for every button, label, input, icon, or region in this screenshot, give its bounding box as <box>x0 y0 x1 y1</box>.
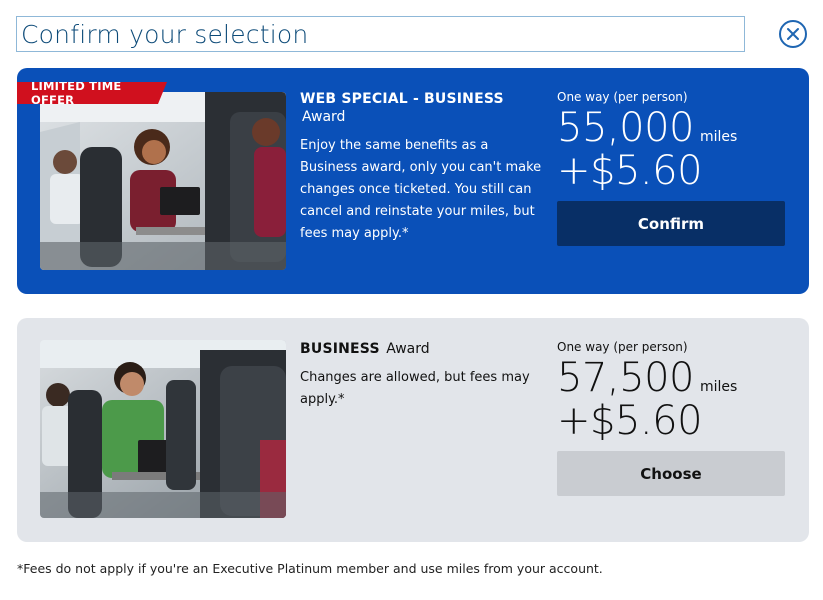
cabin-photo-woman-laptop <box>40 92 286 270</box>
choose-button[interactable]: Choose <box>557 451 785 496</box>
per-person-label: One way (per person) <box>557 340 688 354</box>
fees-footnote: *Fees do not apply if you're an Executiv… <box>17 561 603 576</box>
business-price: One way (per person) 57,500 miles +$5.60 <box>557 340 785 442</box>
fare-name-light: Award <box>386 341 430 357</box>
dialog-header: Confirm your selection <box>16 14 807 54</box>
miles-row: 55,000 miles <box>557 106 785 150</box>
miles-unit: miles <box>699 379 738 395</box>
web-special-description: WEB SPECIAL - BUSINESS Award Enjoy the s… <box>300 90 545 245</box>
close-button[interactable] <box>779 20 807 48</box>
title-focus-box: Confirm your selection <box>16 16 745 52</box>
close-icon <box>787 28 799 40</box>
cabin-photo-man-laptop <box>40 340 286 518</box>
miles-amount: 57,500 <box>557 355 694 401</box>
confirm-button[interactable]: Confirm <box>557 201 785 246</box>
fare-name: WEB SPECIAL - BUSINESS Award <box>300 90 545 126</box>
limited-time-offer-ribbon: LIMITED TIME OFFER <box>17 82 167 104</box>
web-special-award-card: LIMITED TIME OFFER WEB SPECIAL - BUSINES… <box>17 68 809 294</box>
miles-unit: miles <box>699 129 738 145</box>
miles-amount: 55,000 <box>557 105 694 151</box>
dialog-title: Confirm your selection <box>21 19 309 49</box>
fare-description: Changes are allowed, but fees may apply.… <box>300 370 530 407</box>
fee-amount: +$5.60 <box>557 398 703 444</box>
web-special-price: One way (per person) 55,000 miles +$5.60 <box>557 90 785 192</box>
business-description: BUSINESS Award Changes are allowed, but … <box>300 340 545 411</box>
fare-name-strong: WEB SPECIAL - BUSINESS <box>300 91 504 107</box>
fare-name-light: Award <box>302 109 346 125</box>
per-person-label: One way (per person) <box>557 90 688 104</box>
business-award-card: BUSINESS Award Changes are allowed, but … <box>17 318 809 542</box>
award-selection-dialog: Confirm your selection LIMITED TIME OFFE… <box>0 0 823 600</box>
fare-name-strong: BUSINESS <box>300 341 380 357</box>
miles-row: 57,500 miles <box>557 356 785 400</box>
fee-amount: +$5.60 <box>557 148 703 194</box>
fare-description: Enjoy the same benefits as a Business aw… <box>300 138 542 241</box>
fare-name: BUSINESS Award <box>300 340 545 358</box>
